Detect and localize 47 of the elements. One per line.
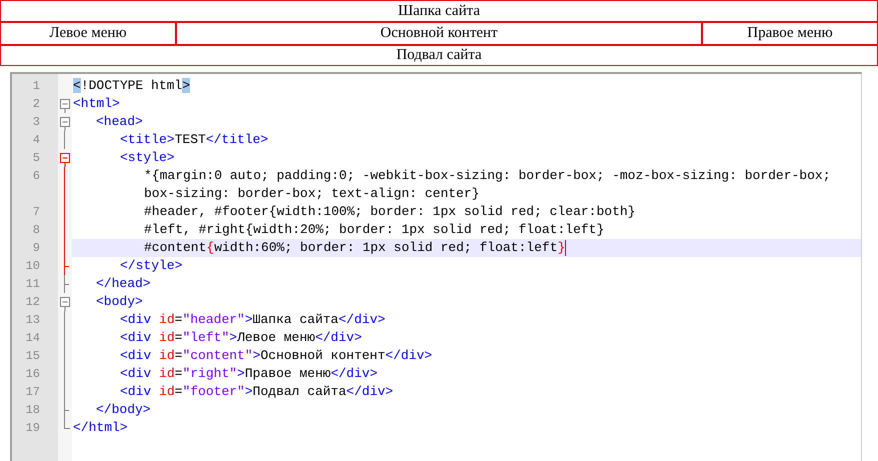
fold-toggle-icon[interactable]	[60, 99, 70, 113]
line-number: 4	[32, 132, 41, 149]
fold-toggle-icon[interactable]	[60, 117, 70, 131]
line-number: 1	[32, 78, 41, 95]
code-line: <div id="content">Основной контент</div>	[119, 347, 434, 365]
line-number: 16	[24, 366, 41, 383]
line-number: 18	[24, 402, 41, 419]
code-line: </style>	[119, 257, 184, 275]
code-line: <div id="left">Левое меню</div>	[119, 329, 363, 347]
code-line: </head>	[95, 275, 152, 293]
code-line: <body>	[95, 293, 144, 311]
code-line: </body>	[95, 401, 152, 419]
fold-toggle-icon[interactable]	[60, 153, 70, 167]
code-line: <!DOCTYPE html>	[72, 77, 192, 95]
code-line: *{margin:0 auto; padding:0; -webkit-box-sizing: border-box; -moz-box-sizing: border-box; box-sizing: border-box; text-align: center}	[143, 167, 832, 203]
right-menu: Правое меню	[702, 22, 878, 45]
line-number: 12	[24, 294, 41, 311]
code-line: #header, #footer{width:100%; border: 1px solid red; clear:both}	[143, 203, 636, 221]
line-number: 17	[24, 384, 41, 401]
fold-toggle-icon[interactable]	[60, 297, 70, 311]
line-number: 2	[32, 96, 41, 113]
code-line: <head>	[95, 113, 144, 131]
line-number: 9	[32, 240, 41, 257]
main-content: Основной контент	[176, 22, 702, 45]
code-line: <div id="footer">Подвал сайта</div>	[119, 383, 394, 401]
line-number: 19	[24, 420, 41, 437]
line-number: 8	[32, 222, 41, 239]
text-cursor	[565, 240, 566, 256]
code-line: <title>TEST</title>	[119, 131, 270, 149]
code-line: <div id="header">Шапка сайта</div>	[119, 311, 386, 329]
code-line: <html>	[72, 95, 121, 113]
line-number: 3	[32, 114, 41, 131]
line-number: 7	[32, 204, 41, 221]
line-number: 13	[24, 312, 41, 329]
line-number: 10	[24, 258, 41, 275]
line-number: 15	[24, 348, 41, 365]
code-line: #left, #right{width:20%; border: 1px solid red; float:left}	[143, 221, 606, 239]
line-number: 11	[24, 276, 41, 293]
code-line: </html>	[72, 419, 129, 437]
page-footer: Подвал сайта	[0, 45, 878, 66]
left-menu: Левое меню	[0, 22, 176, 45]
page-header: Шапка сайта	[0, 0, 878, 22]
line-number: 6	[32, 168, 41, 185]
line-number: 5	[32, 150, 41, 167]
code-line: <style>	[119, 149, 176, 167]
line-number: 14	[24, 330, 41, 347]
code-line: <div id="right">Правое меню</div>	[119, 365, 378, 383]
